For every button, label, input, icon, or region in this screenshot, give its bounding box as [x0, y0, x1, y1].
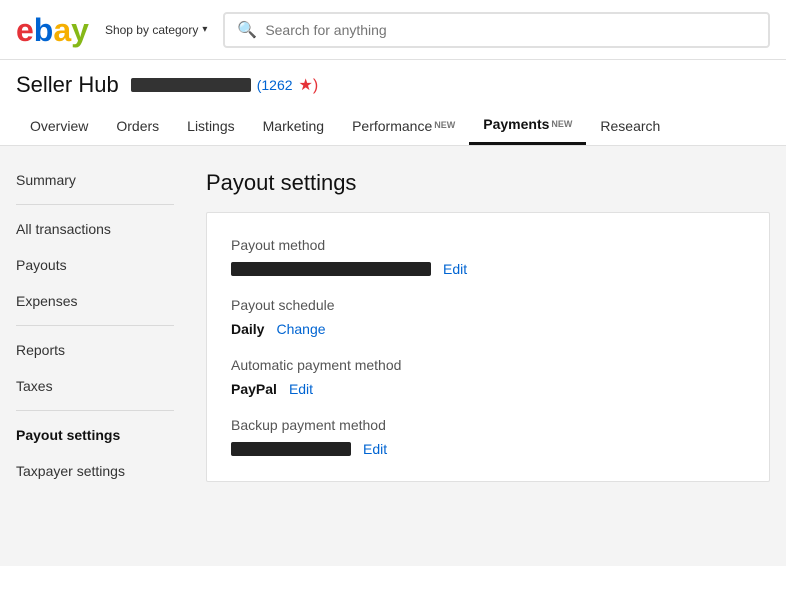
logo-y: y — [71, 14, 89, 46]
feedback-star-icon: ★) — [299, 75, 319, 95]
page-title: Payout settings — [206, 170, 770, 196]
tab-research[interactable]: Research — [586, 108, 674, 144]
payout-method-edit-link[interactable]: Edit — [443, 261, 467, 277]
tab-orders[interactable]: Orders — [102, 108, 173, 144]
payout-method-row: Edit — [231, 261, 745, 277]
backup-payment-section: Backup payment method Edit — [231, 417, 745, 457]
sidebar-item-payouts[interactable]: Payouts — [0, 247, 190, 283]
logo-area: e b a y Shop by category ▾ — [16, 14, 207, 46]
sidebar-divider-3 — [16, 410, 174, 411]
tab-payments-label: Payments — [483, 116, 549, 132]
ebay-logo: e b a y — [16, 14, 89, 46]
chevron-down-icon: ▾ — [202, 24, 207, 35]
payout-method-masked — [231, 262, 431, 276]
main-content: Payout settings Payout method Edit Payou… — [190, 146, 786, 566]
sidebar-item-summary[interactable]: Summary — [0, 162, 190, 198]
shop-by-sublabel: category — [152, 23, 198, 37]
logo-a: a — [53, 14, 71, 46]
tab-payments[interactable]: PaymentsNEW — [469, 106, 586, 145]
payout-schedule-label: Payout schedule — [231, 297, 745, 313]
sidebar-divider-1 — [16, 204, 174, 205]
seller-hub-title: Seller Hub — [16, 72, 119, 98]
sidebar-item-taxpayer-settings[interactable]: Taxpayer settings — [0, 453, 190, 489]
page-layout: Summary All transactions Payouts Expense… — [0, 146, 786, 566]
tab-performance[interactable]: PerformanceNEW — [338, 108, 469, 144]
sidebar-item-reports[interactable]: Reports — [0, 332, 190, 368]
sidebar-item-expenses[interactable]: Expenses — [0, 283, 190, 319]
backup-payment-edit-link[interactable]: Edit — [363, 441, 387, 457]
logo-b: b — [34, 14, 54, 46]
payout-schedule-change-link[interactable]: Change — [276, 321, 325, 337]
automatic-payment-section: Automatic payment method PayPal Edit — [231, 357, 745, 397]
sidebar-item-taxes[interactable]: Taxes — [0, 368, 190, 404]
tab-performance-new: NEW — [434, 121, 455, 130]
shop-by-label: Shop by — [105, 23, 149, 37]
search-bar[interactable]: 🔍 — [223, 12, 770, 48]
logo-e: e — [16, 14, 34, 46]
backup-payment-masked — [231, 442, 351, 456]
tab-performance-label: Performance — [352, 118, 432, 134]
automatic-payment-edit-link[interactable]: Edit — [289, 381, 313, 397]
nav-tabs: Overview Orders Listings Marketing Perfo… — [0, 106, 786, 146]
seller-hub-header: Seller Hub (1262 ★) — [0, 60, 786, 98]
automatic-payment-row: PayPal Edit — [231, 381, 745, 397]
feedback-progress-bar — [131, 78, 251, 92]
automatic-payment-label: Automatic payment method — [231, 357, 745, 373]
feedback-count: (1262 — [257, 77, 293, 93]
tab-orders-label: Orders — [116, 118, 159, 134]
tab-listings[interactable]: Listings — [173, 108, 248, 144]
tab-marketing-label: Marketing — [263, 118, 324, 134]
backup-payment-row: Edit — [231, 441, 745, 457]
tab-overview-label: Overview — [30, 118, 88, 134]
settings-card: Payout method Edit Payout schedule Daily… — [206, 212, 770, 482]
payout-schedule-row: Daily Change — [231, 321, 745, 337]
tab-research-label: Research — [600, 118, 660, 134]
sidebar-item-all-transactions[interactable]: All transactions — [0, 211, 190, 247]
tab-listings-label: Listings — [187, 118, 234, 134]
tab-payments-new: NEW — [551, 120, 572, 129]
payout-schedule-value: Daily — [231, 321, 264, 337]
search-icon: 🔍 — [237, 20, 257, 40]
tab-overview[interactable]: Overview — [16, 108, 102, 144]
backup-payment-label: Backup payment method — [231, 417, 745, 433]
top-bar: e b a y Shop by category ▾ 🔍 — [0, 0, 786, 60]
sidebar-item-payout-settings[interactable]: Payout settings — [0, 417, 190, 453]
tab-marketing[interactable]: Marketing — [249, 108, 338, 144]
search-input[interactable] — [265, 22, 756, 38]
payout-method-label: Payout method — [231, 237, 745, 253]
sidebar-divider-2 — [16, 325, 174, 326]
automatic-payment-value: PayPal — [231, 381, 277, 397]
sidebar: Summary All transactions Payouts Expense… — [0, 146, 190, 566]
payout-schedule-section: Payout schedule Daily Change — [231, 297, 745, 337]
feedback-bar: (1262 ★) — [131, 75, 318, 95]
shop-by-category[interactable]: Shop by category ▾ — [105, 23, 207, 37]
payout-method-section: Payout method Edit — [231, 237, 745, 277]
